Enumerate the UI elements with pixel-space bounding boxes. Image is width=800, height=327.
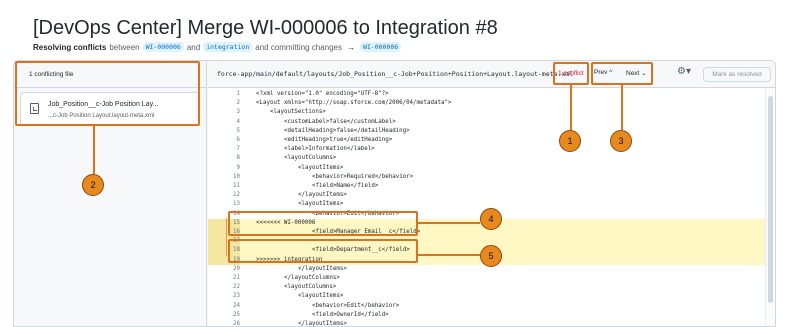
- callout-marker-4: 4: [480, 208, 502, 230]
- line-text: </layoutItems>: [298, 192, 347, 199]
- code-line[interactable]: 26 </layoutItems>: [208, 320, 765, 327]
- callout-marker-5: 5: [480, 245, 502, 267]
- line-text: <detailHeading>false</detailHeading>: [284, 127, 410, 134]
- editor-file-path: force-app/main/default/layouts/Job_Posit…: [217, 70, 574, 78]
- line-text: <field>OwnerId</field>: [312, 311, 389, 318]
- code-line[interactable]: 23 <layoutItems>: [208, 292, 765, 301]
- line-number: 9: [236, 164, 241, 171]
- callout-line-4: [418, 222, 480, 224]
- callout-line-3: [621, 85, 623, 130]
- line-number: 25: [233, 311, 240, 318]
- line-number: 1: [236, 91, 241, 97]
- callout-line-1: [570, 85, 572, 130]
- code-line[interactable]: 24 <behavior>Edit</behavior>: [208, 302, 765, 311]
- callout-line-2: [93, 126, 95, 174]
- arrow-right-icon: →: [346, 42, 355, 52]
- source-branch-chip: WI-000006: [142, 42, 184, 52]
- callout-box-sidebar-file: [15, 61, 200, 126]
- line-text: </layoutColumns>: [284, 275, 340, 281]
- line-text: <behavior>Edit</behavior>: [312, 302, 400, 309]
- line-text: <customLabel>false</customLabel>: [284, 118, 396, 125]
- committing-label: and committing changes: [255, 42, 342, 52]
- line-number: 23: [233, 293, 240, 300]
- callout-box-incoming-change: [228, 239, 418, 263]
- and-label: and: [186, 42, 201, 52]
- code-editor: force-app/main/default/layouts/Job_Posit…: [208, 61, 775, 326]
- code-line[interactable]: 21 </layoutColumns>: [208, 274, 765, 283]
- gear-icon[interactable]: ⚙▾: [677, 66, 691, 77]
- code-line[interactable]: 8 <layoutColumns>: [208, 154, 765, 163]
- callout-marker-3: 3: [610, 130, 632, 152]
- editor-toolbar: force-app/main/default/layouts/Job_Posit…: [208, 61, 775, 88]
- callout-marker-2: 2: [82, 174, 104, 196]
- line-number: 4: [236, 118, 241, 125]
- line-number: 5: [236, 127, 241, 134]
- code-line[interactable]: 1 <?xml version="1.0" encoding="UTF-8"?>: [208, 90, 765, 99]
- code-line[interactable]: 2 <Layout xmlns="http://soap.sforce.com/2…: [208, 99, 765, 108]
- code-line[interactable]: 5 <detailHeading>false</detailHeading>: [208, 127, 765, 136]
- line-text: <label>Information</label>: [284, 146, 375, 153]
- line-text: </layoutItems>: [298, 321, 347, 327]
- code-line[interactable]: 4 <customLabel>false</customLabel>: [208, 118, 765, 127]
- code-line[interactable]: 11 <field>Name</field>: [208, 182, 765, 191]
- code-line[interactable]: 9 <layoutItems>: [208, 164, 765, 173]
- result-branch-chip: WI-000006: [359, 42, 402, 52]
- line-number: 7: [236, 146, 241, 153]
- code-line[interactable]: 6 <editHeading>true</editHeading>: [208, 136, 765, 145]
- conflict-bracket: [226, 218, 227, 256]
- code-line[interactable]: 22 <layoutColumns>: [208, 283, 765, 292]
- line-text: <layoutColumns>: [284, 284, 337, 291]
- line-number: 22: [233, 284, 240, 291]
- callout-line-5: [418, 254, 480, 256]
- editor-scrollbar[interactable]: [765, 88, 775, 326]
- line-number: 12: [233, 192, 240, 199]
- code-line[interactable]: 3 <layoutSections>: [208, 108, 765, 117]
- callout-marker-1: 1: [559, 130, 581, 152]
- line-text: <layoutItems>: [298, 201, 344, 208]
- line-text: <editHeading>true</editHeading>: [284, 137, 393, 143]
- line-text: <?xml version="1.0" encoding="UTF-8"?>: [256, 91, 389, 97]
- line-text: <layoutSections>: [270, 109, 326, 116]
- callout-box-current-change: [228, 211, 418, 236]
- code-line[interactable]: 12 </layoutItems>: [208, 191, 765, 200]
- line-text: <behavior>Required</behavior>: [312, 173, 414, 180]
- code-lines[interactable]: 1 <?xml version="1.0" encoding="UTF-8"?> 2…: [208, 88, 765, 326]
- line-number: 8: [236, 155, 241, 162]
- line-number: 26: [233, 321, 240, 327]
- line-number: 24: [233, 302, 240, 309]
- page-subtitle: Resolving conflicts between WI-000006 an…: [33, 42, 402, 52]
- line-number: 11: [233, 183, 240, 189]
- resolving-label: Resolving conflicts: [33, 42, 107, 52]
- scrollbar-thumb[interactable]: [768, 96, 773, 303]
- line-number: 3: [236, 109, 241, 116]
- mark-as-resolved-button[interactable]: Mark as resolved: [703, 67, 771, 82]
- line-number: 10: [233, 173, 240, 180]
- line-number: 13: [233, 201, 240, 208]
- code-line[interactable]: 7 <label>Information</label>: [208, 145, 765, 154]
- code-line[interactable]: 10 <behavior>Required</behavior>: [208, 173, 765, 182]
- line-text: <layoutColumns>: [284, 155, 337, 162]
- line-text: <layoutItems>: [298, 293, 344, 300]
- between-label: between: [109, 42, 140, 52]
- code-line[interactable]: 25 <field>OwnerId</field>: [208, 311, 765, 320]
- line-text: <layoutItems>: [298, 164, 344, 171]
- page-title: [DevOps Center] Merge WI-000006 to Integ…: [33, 17, 498, 39]
- callout-box-conflict-count: [553, 62, 589, 85]
- line-text: <field>Name</field>: [312, 183, 379, 189]
- line-number: 21: [233, 275, 240, 281]
- line-number: 6: [236, 137, 241, 143]
- line-number: 2: [236, 100, 241, 107]
- target-branch-chip: integration: [203, 42, 253, 52]
- line-text: </layoutItems>: [298, 265, 347, 272]
- line-text: <Layout xmlns="http://soap.sforce.com/20…: [256, 100, 452, 107]
- callout-box-navigation: [591, 62, 653, 85]
- line-number: 20: [233, 265, 240, 272]
